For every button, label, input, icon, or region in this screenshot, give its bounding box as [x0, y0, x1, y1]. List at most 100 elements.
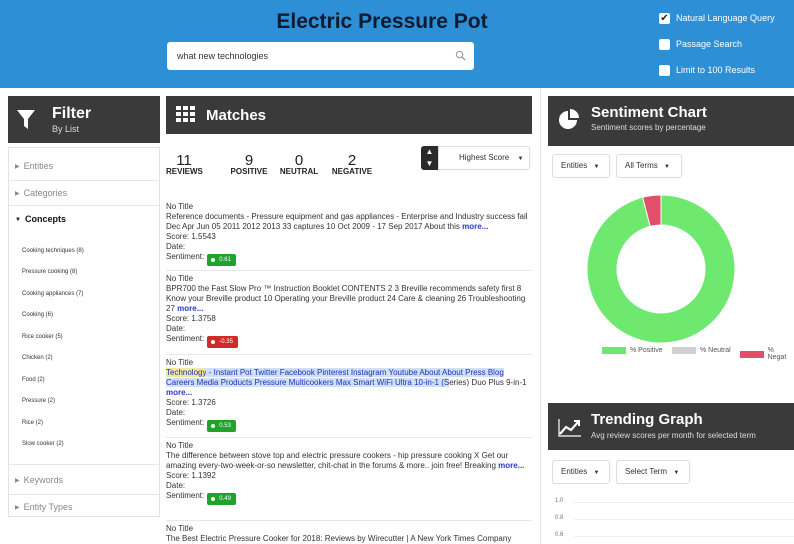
- concept-item[interactable]: Cooking techniques (8): [22, 248, 84, 254]
- result-date: Date:: [166, 408, 186, 417]
- concept-item[interactable]: Food (2): [22, 377, 45, 383]
- concept-item[interactable]: Cooking appliances (7): [22, 291, 83, 297]
- concept-item[interactable]: Rice cooker (5): [22, 334, 63, 340]
- stat-negative: 2 NEGATIVE: [329, 152, 375, 176]
- filter-section-categories[interactable]: ▶ Categories: [15, 188, 67, 198]
- concept-item[interactable]: Rice (2): [22, 420, 43, 426]
- legend-positive: % Positive: [602, 347, 663, 354]
- y-tick: 1.0: [555, 498, 564, 504]
- legend-label: % Negat: [767, 347, 787, 361]
- legend-label: % Positive: [630, 347, 663, 354]
- matches-title: Matches: [206, 107, 267, 124]
- divider: [166, 270, 532, 271]
- divider: [9, 464, 159, 465]
- result-item: No Title The difference between stove to…: [166, 441, 532, 505]
- option-natural-language-query[interactable]: ✔ Natural Language Query: [659, 11, 775, 25]
- search-input[interactable]: [167, 42, 427, 70]
- more-link[interactable]: more...: [177, 304, 203, 313]
- concept-item[interactable]: Pressure (2): [22, 398, 55, 404]
- concept-item[interactable]: Chicken (2): [22, 355, 53, 361]
- chevron-down-icon: ▼: [593, 470, 600, 476]
- more-link[interactable]: more...: [166, 388, 192, 397]
- sentiment-badge: 0.61: [207, 254, 236, 266]
- filter-section-entities[interactable]: ▶ Entities: [15, 161, 53, 171]
- filter-section-entity-types[interactable]: ▶ Entity Types: [15, 502, 72, 512]
- y-tick: 0.8: [555, 515, 564, 521]
- result-item: No Title Technology - Instant Pot Twitte…: [166, 358, 532, 432]
- result-text: The Best Electric Pressure Cooker for 20…: [166, 534, 512, 543]
- chevron-down-icon: ▼: [517, 156, 524, 162]
- result-date: Date:: [166, 242, 186, 251]
- stat-label: NEGATIVE: [331, 167, 373, 176]
- concept-item[interactable]: Pressure cooking (8): [22, 269, 77, 275]
- result-score: Score: 1.3726: [166, 398, 216, 407]
- trending-line-icon: [558, 419, 581, 437]
- legend-swatch: [602, 347, 626, 354]
- gridline: [574, 502, 794, 503]
- result-item: No Title Reference documents - Pressure …: [166, 202, 532, 266]
- y-tick: 0.6: [555, 532, 564, 538]
- divider: [9, 494, 159, 495]
- option-passage-search[interactable]: Passage Search: [659, 37, 742, 51]
- result-text: eries) Duo Plus 9-in-1: [449, 378, 527, 387]
- divider: [166, 437, 532, 438]
- sort-select[interactable]: Highest Score ▼: [438, 146, 530, 170]
- filter-section-keywords[interactable]: ▶ Keywords: [15, 475, 63, 485]
- highlight-keyword: Technology: [166, 368, 207, 377]
- caret-down-icon: ▼: [15, 217, 21, 223]
- chevron-down-icon: ▼: [673, 470, 680, 476]
- divider: [9, 205, 159, 206]
- matches-header: Matches: [166, 96, 532, 134]
- result-text: The difference between stove top and ele…: [166, 451, 509, 470]
- option-label: Limit to 100 Results: [676, 65, 756, 75]
- concept-item[interactable]: Slow cooker (2): [22, 441, 64, 447]
- search-box[interactable]: [167, 42, 474, 70]
- sort-toggle-button[interactable]: ▲ ▼: [421, 146, 438, 170]
- sentiment-donut-chart: [586, 194, 736, 344]
- search-icon[interactable]: [455, 50, 466, 61]
- option-label: Natural Language Query: [676, 13, 775, 23]
- legend-swatch: [672, 347, 696, 354]
- checkbox-checked-icon[interactable]: ✔: [659, 12, 670, 24]
- gridline: [574, 536, 794, 537]
- result-date: Date:: [166, 481, 186, 490]
- chevron-down-icon: ▼: [663, 164, 670, 170]
- legend-swatch: [740, 350, 764, 358]
- terms-dropdown[interactable]: All Terms ▼: [616, 154, 682, 178]
- sentiment-badge: 0.53: [207, 420, 236, 432]
- checkbox-icon[interactable]: [659, 38, 670, 50]
- filter-subtitle: By List: [52, 124, 80, 134]
- concept-item[interactable]: Cooking (6): [22, 312, 53, 318]
- sentiment-chart-subtitle: Sentiment scores by percentage: [591, 123, 706, 132]
- entities-dropdown[interactable]: Entities ▼: [552, 154, 610, 178]
- trending-graph-subtitle: Avg review scores per month for selected…: [591, 431, 756, 440]
- column-divider: [540, 88, 541, 544]
- legend-negative: % Negat: [740, 347, 794, 361]
- checkbox-icon[interactable]: [659, 64, 670, 76]
- stat-label: NEUTRAL: [279, 167, 319, 176]
- filter-section-concepts[interactable]: ▼ Concepts: [15, 214, 66, 224]
- caret-right-icon: ▶: [15, 191, 20, 197]
- app-header: Electric Pressure Pot ✔ Natural Language…: [0, 0, 794, 88]
- divider: [166, 520, 532, 521]
- result-title: No Title: [166, 358, 194, 367]
- filter-header: Filter By List: [8, 96, 160, 143]
- select-term-dropdown[interactable]: Select Term ▼: [616, 460, 690, 484]
- caret-right-icon: ▶: [15, 478, 20, 484]
- chevron-down-icon: ▼: [593, 164, 600, 170]
- more-link[interactable]: more...: [462, 222, 488, 231]
- legend-label: % Neutral: [700, 347, 731, 354]
- stat-label: POSITIVE: [230, 167, 268, 176]
- funnel-icon: [17, 110, 35, 129]
- trend-entities-dropdown[interactable]: Entities ▼: [552, 460, 610, 484]
- sentiment-chart-header: Sentiment Chart Sentiment scores by perc…: [548, 96, 794, 146]
- sentiment-chart-title: Sentiment Chart: [591, 104, 707, 121]
- divider: [166, 354, 532, 355]
- donut-slice-positive[interactable]: [586, 194, 736, 344]
- option-limit-100[interactable]: Limit to 100 Results: [659, 63, 755, 77]
- more-link[interactable]: more...: [498, 461, 524, 470]
- result-title: No Title: [166, 524, 194, 533]
- option-label: Passage Search: [676, 39, 743, 49]
- stat-neutral: 0 NEUTRAL: [277, 152, 321, 176]
- trending-graph-header: Trending Graph Avg review scores per mon…: [548, 403, 794, 450]
